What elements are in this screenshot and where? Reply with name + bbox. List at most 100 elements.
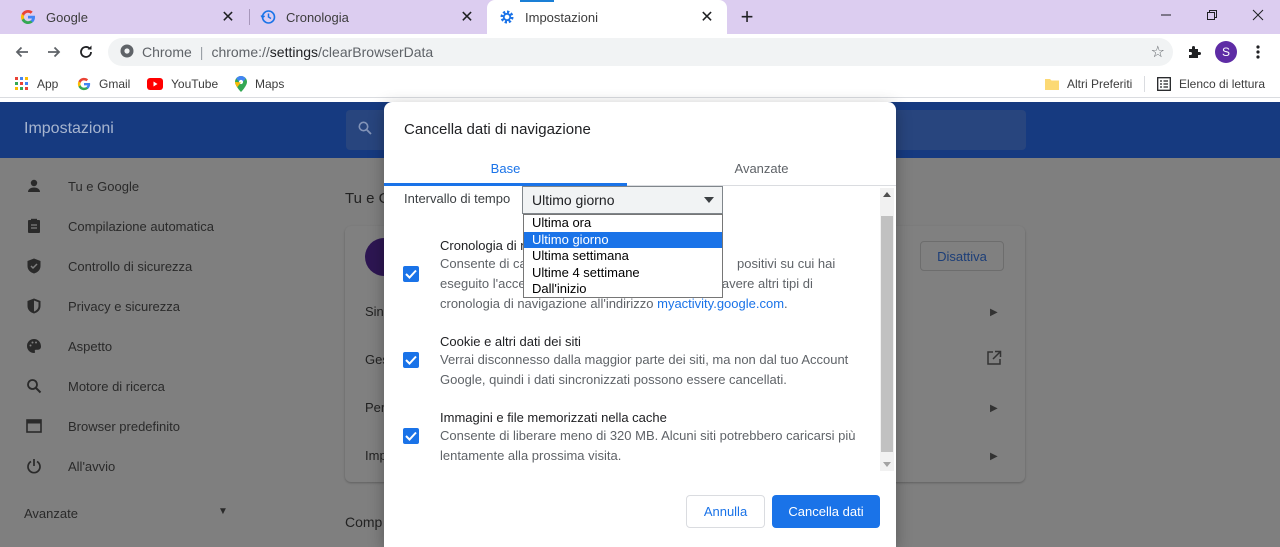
bookmark-label: Maps bbox=[255, 77, 285, 91]
sidebar-item-on-startup[interactable]: All'avvio bbox=[24, 456, 115, 476]
close-window-icon[interactable] bbox=[1235, 0, 1280, 30]
tab-basic[interactable]: Base bbox=[384, 150, 627, 186]
sidebar-item-label: Privacy e sicurezza bbox=[68, 298, 180, 314]
bookmark-divider bbox=[1144, 76, 1145, 92]
dialog-tabs: Base Avanzate bbox=[384, 150, 896, 186]
bookmark-youtube[interactable]: YouTube bbox=[147, 75, 218, 93]
sidebar-item-appearance[interactable]: Aspetto bbox=[24, 336, 112, 356]
sidebar-item-privacy[interactable]: Privacy e sicurezza bbox=[24, 296, 180, 316]
tab-google[interactable]: Google ✕ bbox=[0, 0, 248, 34]
cache-description: Consente di liberare meno di 320 MB. Alc… bbox=[440, 428, 856, 463]
row-customize-profile[interactable]: Per bbox=[365, 400, 385, 415]
dropdown-arrow-icon bbox=[704, 197, 714, 203]
option-last-week[interactable]: Ultima settimana bbox=[524, 248, 722, 265]
close-tab-icon[interactable]: ✕ bbox=[218, 7, 238, 27]
bookmark-label: Gmail bbox=[99, 77, 131, 91]
myactivity-link[interactable]: myactivity.google.com bbox=[657, 296, 784, 311]
option-last-hour[interactable]: Ultima ora bbox=[524, 215, 722, 232]
scroll-up-icon[interactable] bbox=[883, 192, 891, 197]
close-tab-icon[interactable]: ✕ bbox=[457, 7, 477, 27]
folder-icon bbox=[1045, 77, 1059, 91]
new-tab-button[interactable]: + bbox=[733, 3, 761, 31]
bookmark-gmail[interactable]: Gmail bbox=[77, 75, 130, 93]
cookies-option: Cookie e altri dati dei siti Verrai disc… bbox=[384, 332, 874, 392]
omnibox[interactable]: Chrome | chrome://settings/clearBrowserD… bbox=[108, 38, 1173, 66]
profile-avatar[interactable]: S bbox=[1215, 41, 1237, 63]
sidebar-advanced[interactable]: Avanzate bbox=[24, 506, 78, 521]
dialog-scrollbar[interactable] bbox=[880, 188, 894, 471]
google-icon bbox=[77, 77, 91, 91]
settings-title: Impostazioni bbox=[24, 120, 114, 137]
omnibox-divider: | bbox=[199, 44, 204, 60]
bookmark-apps[interactable]: App bbox=[15, 75, 58, 93]
sidebar-item-search-engine[interactable]: Motore di ricerca bbox=[24, 376, 165, 396]
restore-icon[interactable] bbox=[1189, 0, 1235, 30]
option-last-day[interactable]: Ultimo giorno bbox=[524, 231, 722, 249]
tab-title: Cronologia bbox=[286, 9, 349, 25]
sidebar-item-label: All'avvio bbox=[68, 458, 116, 474]
history-title: Cronologia di n bbox=[440, 238, 528, 253]
dialog-title: Cancella dati di navigazione bbox=[404, 121, 591, 138]
chevron-right-icon: ▶ bbox=[990, 451, 998, 462]
bookmark-label: Elenco di lettura bbox=[1179, 77, 1266, 91]
cookies-description: Verrai disconnesso dalla maggior parte d… bbox=[440, 352, 849, 387]
sidebar-item-you-and-google[interactable]: Tu e Google bbox=[24, 176, 139, 196]
tab-advanced[interactable]: Avanzate bbox=[640, 150, 883, 186]
sidebar-item-label: Controllo di sicurezza bbox=[68, 258, 193, 274]
person-icon bbox=[24, 176, 44, 196]
chevron-right-icon: ▶ bbox=[990, 403, 998, 414]
tab-history[interactable]: Cronologia ✕ bbox=[250, 0, 487, 34]
time-range-select[interactable]: Ultimo giorno bbox=[522, 186, 723, 214]
cancel-button[interactable]: Annulla bbox=[686, 495, 765, 528]
bookmarks-bar: App Gmail YouTube Maps Altri Preferiti E… bbox=[0, 70, 1280, 98]
history-checkbox[interactable] bbox=[403, 266, 419, 282]
bookmark-star-icon[interactable]: ☆ bbox=[1151, 42, 1165, 62]
chevron-right-icon: ▶ bbox=[990, 307, 998, 318]
sidebar-item-autofill[interactable]: Compilazione automatica bbox=[24, 216, 214, 236]
bookmark-label: Altri Preferiti bbox=[1067, 77, 1133, 91]
reading-list[interactable]: Elenco di lettura bbox=[1157, 75, 1265, 93]
palette-icon bbox=[24, 336, 44, 356]
option-all-time[interactable]: Dall'inizio bbox=[524, 281, 722, 298]
sidebar-item-label: Aspetto bbox=[68, 338, 113, 354]
reload-icon[interactable] bbox=[72, 38, 100, 66]
forward-icon[interactable] bbox=[40, 38, 68, 66]
tab-strip: Google ✕ Cronologia ✕ Impostazioni ✕ + bbox=[0, 0, 1280, 34]
tab-title: Google bbox=[46, 9, 88, 25]
clear-data-button[interactable]: Cancella dati bbox=[772, 495, 880, 528]
omnibox-site-label: Chrome bbox=[142, 44, 192, 60]
cache-option: Immagini e file memorizzati nella cache … bbox=[384, 408, 874, 468]
time-range-options: Ultima ora Ultimo giorno Ultima settiman… bbox=[523, 214, 723, 298]
clear-browsing-data-dialog: Cancella dati di navigazione Base Avanza… bbox=[384, 102, 896, 547]
search-icon bbox=[358, 121, 372, 140]
cache-checkbox[interactable] bbox=[403, 428, 419, 444]
scroll-down-icon[interactable] bbox=[883, 462, 891, 467]
tab-activity-indicator bbox=[520, 0, 554, 2]
tab-settings[interactable]: Impostazioni ✕ bbox=[487, 0, 727, 34]
turn-off-sync-button[interactable]: Disattiva bbox=[920, 241, 1004, 271]
caret-down-icon: ▼ bbox=[218, 506, 228, 517]
back-icon[interactable] bbox=[8, 38, 36, 66]
search-icon bbox=[24, 376, 44, 396]
maps-pin-icon bbox=[235, 76, 247, 92]
shield-check-icon bbox=[24, 256, 44, 276]
bookmark-label: App bbox=[37, 77, 59, 91]
option-last-4-weeks[interactable]: Ultime 4 settimane bbox=[524, 265, 722, 282]
cookies-title: Cookie e altri dati dei siti bbox=[440, 334, 581, 349]
sidebar-item-safety-check[interactable]: Controllo di sicurezza bbox=[24, 256, 192, 276]
time-range-label: Intervallo di tempo bbox=[404, 191, 511, 206]
menu-kebab-icon[interactable] bbox=[1244, 38, 1272, 66]
extensions-puzzle-icon[interactable] bbox=[1180, 38, 1208, 66]
scrollbar-thumb[interactable] bbox=[881, 216, 893, 452]
sidebar-item-default-browser[interactable]: Browser predefinito bbox=[24, 416, 180, 436]
close-tab-icon[interactable]: ✕ bbox=[697, 7, 717, 27]
bookmark-folder-other[interactable]: Altri Preferiti bbox=[1045, 75, 1132, 93]
minimize-icon[interactable] bbox=[1143, 0, 1189, 30]
bookmark-maps[interactable]: Maps bbox=[235, 75, 284, 93]
cache-title: Immagini e file memorizzati nella cache bbox=[440, 410, 667, 425]
history-icon bbox=[260, 9, 276, 25]
sidebar-item-label: Tu e Google bbox=[68, 178, 140, 194]
cookies-checkbox[interactable] bbox=[403, 352, 419, 368]
sidebar-item-label: Compilazione automatica bbox=[68, 218, 214, 234]
tab-title: Impostazioni bbox=[525, 9, 598, 25]
